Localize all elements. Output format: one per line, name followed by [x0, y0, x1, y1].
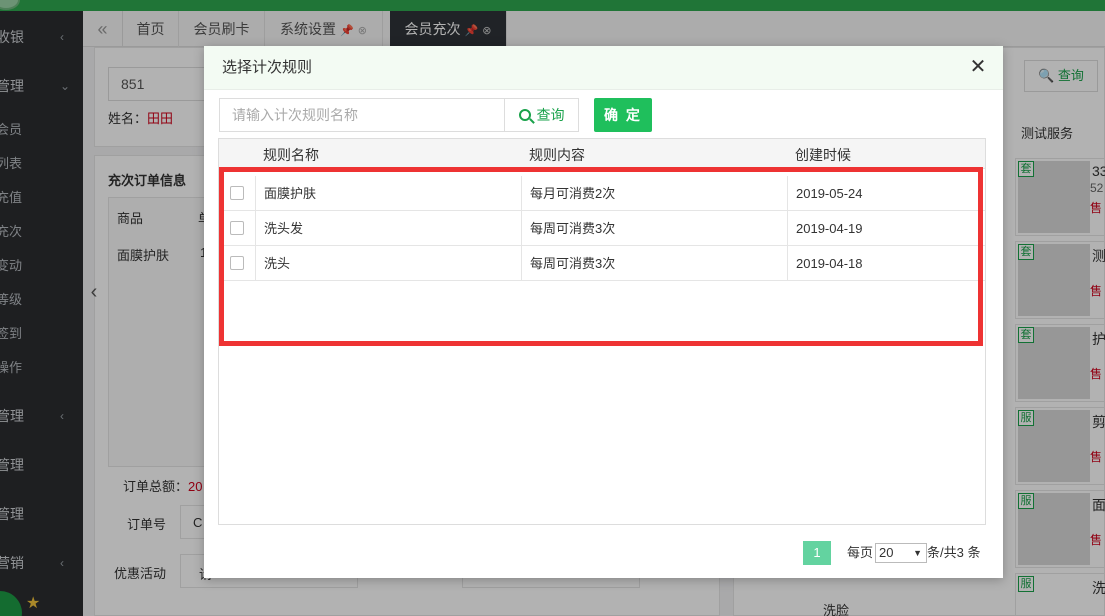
dialog-header: 选择计次规则 ✕ — [204, 46, 1003, 90]
search-icon — [518, 109, 531, 121]
cell-created-time: 2019-05-24 — [787, 176, 985, 211]
row-checkbox[interactable] — [230, 256, 244, 270]
confirm-button[interactable]: 确 定 — [594, 98, 652, 132]
column-header-name[interactable]: 规则名称 — [263, 139, 319, 171]
cell-created-time: 2019-04-18 — [787, 246, 985, 281]
pagination: 1 每页 20 ▼ 条/共3 条 — [204, 540, 1003, 566]
cell-rule-content: 每周可消费3次 — [521, 246, 787, 281]
rule-search-button[interactable]: 查询 — [504, 98, 579, 132]
row-checkbox[interactable] — [230, 186, 244, 200]
column-header-created[interactable]: 创建时候 — [795, 139, 851, 171]
cell-created-time: 2019-04-19 — [787, 211, 985, 246]
dialog-title: 选择计次规则 — [222, 59, 313, 76]
per-page-label: 每页 — [847, 545, 874, 560]
rule-search-input[interactable] — [219, 98, 505, 132]
close-icon[interactable]: ✕ — [967, 56, 989, 78]
rule-table: 规则名称 规则内容 创建时候 面膜护肤 每月可消费2次 2019-05-24 洗… — [218, 138, 986, 525]
cell-rule-name: 洗头发 — [255, 211, 521, 246]
caret-down-icon: ▼ — [913, 548, 922, 558]
select-rule-dialog: 选择计次规则 ✕ 查询 确 定 规则名称 规则内容 创建时候 面膜护肤 每月可消… — [204, 46, 1003, 578]
cell-rule-content: 每周可消费3次 — [521, 211, 787, 246]
total-count-label: 条/共3 条 — [927, 545, 981, 560]
cell-rule-name: 面膜护肤 — [255, 176, 521, 211]
page-number-current[interactable]: 1 — [803, 541, 831, 565]
table-row[interactable]: 洗头发 每周可消费3次 2019-04-19 — [219, 211, 985, 246]
table-header: 规则名称 规则内容 创建时候 — [219, 139, 985, 169]
row-checkbox[interactable] — [230, 221, 244, 235]
cell-rule-content: 每月可消费2次 — [521, 176, 787, 211]
column-header-content[interactable]: 规则内容 — [529, 139, 585, 171]
table-row[interactable]: 面膜护肤 每月可消费2次 2019-05-24 — [219, 176, 985, 211]
per-page-select[interactable]: 20 ▼ — [875, 543, 927, 563]
table-row[interactable]: 洗头 每周可消费3次 2019-04-18 — [219, 246, 985, 281]
cell-rule-name: 洗头 — [255, 246, 521, 281]
